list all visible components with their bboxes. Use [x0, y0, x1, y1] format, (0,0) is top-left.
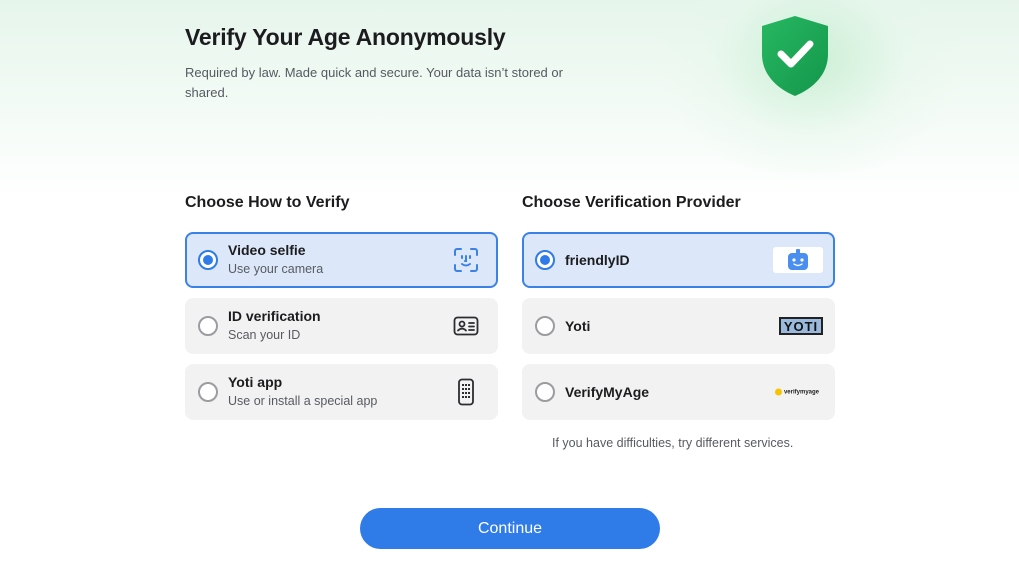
page-subtitle: Required by law. Made quick and secure. …: [185, 65, 563, 100]
method-label: Yoti app: [228, 374, 283, 390]
shield-check-icon: [762, 16, 828, 96]
provider-label: friendlyID: [565, 252, 630, 268]
provider-verifymyage[interactable]: VerifyMyAge verifymyage: [522, 364, 835, 420]
radio-video-selfie[interactable]: [198, 250, 218, 270]
methods-heading: Choose How to Verify: [185, 194, 350, 211]
verifymyage-logo: verifymyage: [774, 388, 819, 396]
radio-yoti-app[interactable]: [198, 382, 218, 402]
yoti-logo-text: YOTI: [783, 318, 819, 334]
radio-yoti[interactable]: [535, 316, 555, 336]
face-scan-icon: [454, 248, 478, 272]
method-sub: Use your camera: [228, 262, 324, 276]
yoti-logo: YOTI: [779, 317, 823, 335]
provider-label: VerifyMyAge: [565, 384, 650, 400]
verifymyage-logo-text: verifymyage: [783, 389, 819, 395]
id-card-icon: [453, 316, 479, 336]
providers-heading: Choose Verification Provider: [522, 194, 741, 211]
method-video-selfie[interactable]: Video selfie Use your camera: [185, 232, 498, 288]
radio-verifymyage[interactable]: [535, 382, 555, 402]
phone-keypad-icon: [458, 378, 474, 406]
provider-hint: If you have difficulties, try different …: [552, 436, 794, 450]
radio-friendlyid[interactable]: [535, 250, 555, 270]
provider-friendlyid[interactable]: friendlyID: [522, 232, 835, 288]
radio-id-verification[interactable]: [198, 316, 218, 336]
continue-button[interactable]: Continue: [360, 508, 660, 549]
verifymyage-logo-dot: [774, 388, 782, 396]
method-sub: Use or install a special app: [228, 394, 378, 408]
page-title: Verify Your Age Anonymously: [185, 24, 506, 50]
method-label: ID verification: [228, 308, 321, 324]
friendlyid-logo: [773, 247, 823, 273]
provider-yoti[interactable]: Yoti YOTI: [522, 298, 835, 354]
method-sub: Scan your ID: [228, 328, 301, 342]
method-yoti-app[interactable]: Yoti app Use or install a special app: [185, 364, 498, 420]
method-label: Video selfie: [228, 242, 306, 258]
method-id-verification[interactable]: ID verification Scan your ID: [185, 298, 498, 354]
provider-label: Yoti: [565, 318, 591, 334]
